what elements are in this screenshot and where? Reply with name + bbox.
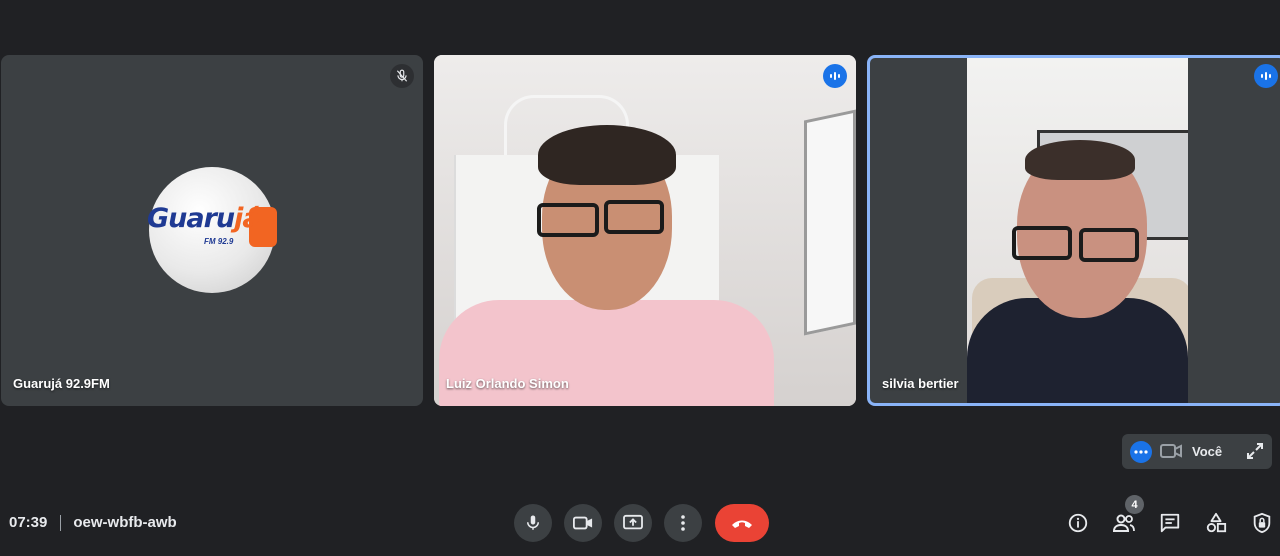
participant-video (434, 55, 856, 406)
expand-icon[interactable] (1246, 442, 1264, 465)
participant-tile-silvia[interactable]: silvia bertier (867, 55, 1280, 406)
activities-icon (1206, 512, 1227, 533)
more-vert-icon (681, 515, 685, 531)
participant-name: Guarujá 92.9FM (13, 376, 110, 391)
participant-name: Luiz Orlando Simon (446, 376, 569, 391)
self-view-label: Você (1192, 444, 1223, 459)
meeting-time: 07:39 (9, 514, 48, 531)
station-logo: Guarujá FM 92.9 (147, 167, 277, 293)
present-icon (623, 514, 643, 530)
microphone-button[interactable] (514, 504, 552, 542)
speaking-icon (823, 64, 847, 88)
activities-button[interactable] (1204, 511, 1228, 535)
self-view-chip[interactable]: Você (1122, 434, 1272, 469)
chat-button[interactable] (1158, 511, 1182, 535)
meeting-details-button[interactable] (1066, 511, 1090, 535)
leave-call-button[interactable] (715, 504, 769, 542)
info-icon (1068, 513, 1088, 533)
mic-icon (527, 515, 539, 530)
participant-tile-guaruja[interactable]: Guarujá FM 92.9 Guarujá 92.9FM (1, 55, 423, 406)
camera-icon[interactable] (1160, 443, 1182, 464)
speaking-icon (1254, 64, 1278, 88)
participants-button[interactable] (1112, 511, 1136, 535)
more-dots-icon[interactable] (1130, 441, 1152, 463)
more-options-button[interactable] (664, 504, 702, 542)
mic-off-icon (390, 64, 414, 88)
participant-name: silvia bertier (882, 376, 959, 391)
participant-video (967, 58, 1188, 403)
hang-up-icon (732, 520, 752, 528)
participant-tile-luiz[interactable]: Luiz Orlando Simon (434, 55, 856, 406)
logo-wordmark: Guarujá (147, 203, 261, 234)
chat-icon (1160, 513, 1180, 533)
people-icon (1112, 514, 1135, 532)
logo-frequency: FM 92.9 (204, 237, 234, 246)
host-controls-button[interactable] (1250, 511, 1274, 535)
meeting-details: 07:39 oew-wbfb-awb (9, 514, 177, 531)
host-controls-icon (1253, 512, 1271, 534)
camera-button[interactable] (564, 504, 602, 542)
meeting-code: oew-wbfb-awb (73, 514, 177, 531)
present-screen-button[interactable] (614, 504, 652, 542)
divider (60, 514, 62, 531)
camera-icon (573, 516, 593, 530)
